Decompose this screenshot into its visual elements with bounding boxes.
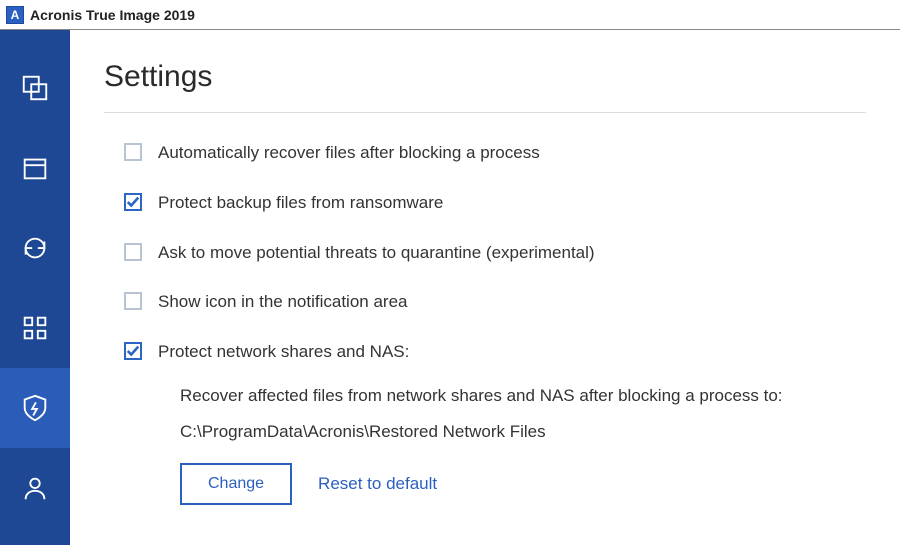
check-icon [126, 344, 140, 358]
shield-bolt-icon [20, 393, 50, 423]
nas-description: Recover affected files from network shar… [180, 378, 866, 414]
sidebar-item-sync[interactable] [0, 208, 70, 288]
check-icon [126, 195, 140, 209]
label-quarantine: Ask to move potential threats to quarant… [158, 241, 595, 265]
page-title: Settings [104, 60, 866, 94]
main-content: Settings Automatically recover files aft… [70, 30, 900, 545]
app-body: Settings Automatically recover files aft… [0, 30, 900, 545]
change-button[interactable]: Change [180, 463, 292, 505]
option-protect-nas: Protect network shares and NAS: [104, 340, 866, 364]
reset-default-link[interactable]: Reset to default [318, 474, 437, 494]
sidebar-item-archive[interactable] [0, 128, 70, 208]
checkbox-tray-icon[interactable] [124, 292, 142, 310]
app-title: Acronis True Image 2019 [30, 7, 195, 23]
account-icon [20, 473, 50, 503]
sidebar-item-tools[interactable] [0, 288, 70, 368]
label-protect-nas: Protect network shares and NAS: [158, 340, 409, 364]
option-auto-recover: Automatically recover files after blocki… [104, 141, 866, 165]
nas-subblock: Recover affected files from network shar… [104, 378, 866, 505]
checkbox-protect-nas[interactable] [124, 342, 142, 360]
option-quarantine: Ask to move potential threats to quarant… [104, 241, 866, 265]
label-protect-backup: Protect backup files from ransomware [158, 191, 443, 215]
sidebar-item-active-protection[interactable] [0, 368, 70, 448]
copy-icon [20, 73, 50, 103]
label-tray-icon: Show icon in the notification area [158, 290, 408, 314]
sidebar-item-account[interactable] [0, 448, 70, 528]
sidebar-item-backup[interactable] [0, 48, 70, 128]
titlebar: A Acronis True Image 2019 [0, 0, 900, 30]
archive-icon [20, 153, 50, 183]
divider [104, 112, 866, 113]
app-logo-icon: A [6, 6, 24, 24]
checkbox-auto-recover[interactable] [124, 143, 142, 161]
checkbox-quarantine[interactable] [124, 243, 142, 261]
nas-actions: Change Reset to default [180, 463, 866, 505]
nas-path: C:\ProgramData\Acronis\Restored Network … [180, 414, 866, 450]
sidebar [0, 30, 70, 545]
option-protect-backup: Protect backup files from ransomware [104, 191, 866, 215]
label-auto-recover: Automatically recover files after blocki… [158, 141, 540, 165]
sync-icon [20, 233, 50, 263]
option-tray-icon: Show icon in the notification area [104, 290, 866, 314]
checkbox-protect-backup[interactable] [124, 193, 142, 211]
grid-icon [20, 313, 50, 343]
